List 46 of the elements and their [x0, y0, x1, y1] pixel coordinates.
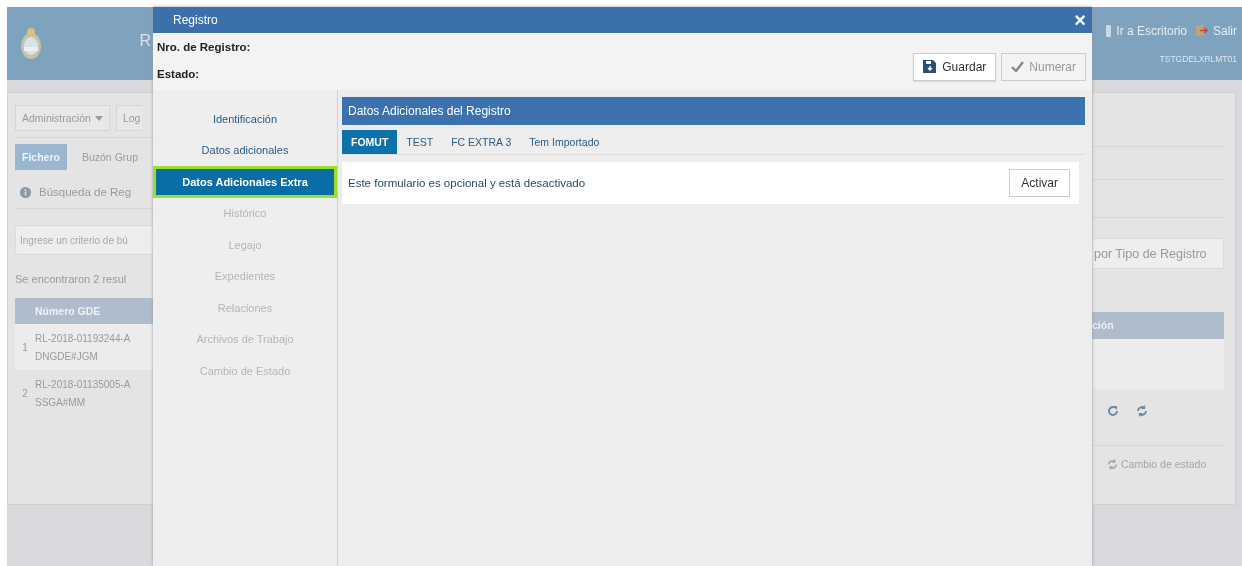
close-button[interactable]: ×	[1068, 10, 1092, 30]
search-field[interactable]: Ingrese un criterio de bú	[15, 225, 153, 255]
dialog-title: Registro	[173, 13, 218, 27]
nav-item[interactable]: Datos Adicionales Extra	[153, 166, 337, 198]
menu-button[interactable]: Log	[115, 105, 143, 131]
tab[interactable]: Fichero	[15, 144, 67, 170]
panel-header: Datos Adicionales del Registro	[342, 97, 1085, 125]
tab[interactable]: TEST	[397, 130, 443, 154]
tab[interactable]: Tem Importado	[520, 130, 609, 154]
table-cell-text: SSGA#MM	[35, 396, 86, 408]
desktop-icon	[1106, 24, 1112, 37]
nav-item[interactable]: Identificación	[153, 103, 337, 135]
activate-button[interactable]: Activar	[1009, 169, 1070, 197]
form-message: Este formulario es opcional y está desactivado	[348, 177, 586, 189]
table-cell: RL-2018-01193244-A	[35, 332, 131, 344]
logout-link[interactable]: Salir	[1213, 23, 1237, 38]
user-name: TSTGDELXRLMT01	[1159, 53, 1237, 64]
check-icon	[1011, 61, 1025, 72]
menu-button[interactable]: Administración	[15, 105, 110, 131]
emblem-icon	[20, 26, 42, 61]
table-cell: RL-2018-01135005-A	[35, 378, 131, 390]
save-icon	[923, 60, 938, 73]
nav-item[interactable]: Datos adicionales	[153, 134, 337, 166]
row-number: 1	[21, 341, 29, 353]
tab[interactable]: FOMUT	[342, 130, 398, 154]
forward-icon[interactable]	[1107, 405, 1119, 417]
caret-icon	[94, 115, 103, 121]
field-label: Nro. de Registro:	[157, 41, 251, 53]
app-title: R	[139, 31, 151, 50]
info-icon	[20, 186, 31, 198]
save-button[interactable]: Guardar	[913, 52, 997, 81]
results-count: Se encontraron 2 resul	[15, 273, 128, 285]
tab[interactable]: FC EXTRA 3	[442, 130, 521, 154]
table-cell-text: DNGDE#JGM	[35, 350, 99, 362]
column-header: ción	[1092, 312, 1224, 339]
refresh-icon	[1107, 458, 1118, 470]
desktop-link[interactable]: Ir a Escritorio	[1116, 23, 1187, 38]
column-header: Número GDE	[15, 298, 153, 324]
field-label: Estado:	[157, 68, 201, 80]
refresh-icon[interactable]	[1136, 405, 1148, 417]
tab[interactable]: Buzón Grup	[74, 144, 145, 170]
exit-icon	[1195, 24, 1208, 37]
status-change-button[interactable]: Cambio de estado	[1107, 458, 1207, 470]
row-number: 2	[21, 387, 29, 399]
section-title: Búsqueda de Reg	[39, 186, 132, 198]
filter-button[interactable]: por Tipo de Registro	[1092, 238, 1224, 269]
